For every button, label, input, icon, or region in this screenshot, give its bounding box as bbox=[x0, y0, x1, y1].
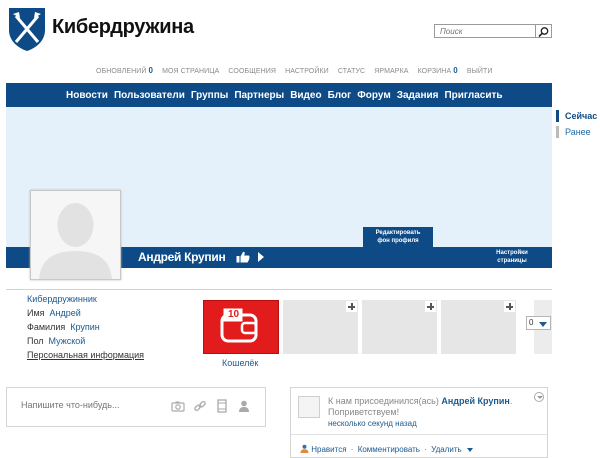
nav-forum[interactable]: Форум bbox=[357, 90, 390, 101]
main-nav: Новости Пользователи Группы Партнеры Вид… bbox=[6, 83, 552, 107]
tab-earlier[interactable]: Ранее bbox=[556, 126, 596, 138]
topnav-logout[interactable]: ВЫЙТИ bbox=[467, 68, 493, 75]
feed-user-link[interactable]: Андрей Крупин bbox=[441, 396, 509, 406]
personal-info-link[interactable]: Персональная информация bbox=[27, 350, 144, 360]
divider bbox=[291, 434, 547, 435]
like-icon[interactable] bbox=[236, 251, 250, 263]
collapse-icon[interactable] bbox=[534, 392, 544, 402]
divider bbox=[6, 289, 552, 290]
feed-timestamp[interactable]: несколько секунд назад bbox=[328, 419, 417, 428]
site-logo-icon[interactable] bbox=[8, 6, 46, 52]
nav-video[interactable]: Видео bbox=[290, 90, 321, 101]
plus-icon[interactable] bbox=[504, 301, 515, 312]
wallet-icon bbox=[220, 308, 258, 343]
nav-blog[interactable]: Блог bbox=[328, 90, 352, 101]
nav-tasks[interactable]: Задания bbox=[397, 90, 439, 101]
site-name[interactable]: Кибердружина bbox=[52, 16, 194, 39]
app-slot-2[interactable] bbox=[362, 300, 437, 354]
user-icon bbox=[300, 444, 309, 453]
dropdown-icon bbox=[539, 322, 547, 327]
search-input[interactable] bbox=[435, 25, 535, 37]
page-settings-button[interactable]: Настройки страницы bbox=[490, 249, 534, 265]
counter-dropdown[interactable]: 0 bbox=[526, 316, 551, 330]
topnav-status[interactable]: СТАТУС bbox=[338, 68, 365, 75]
delete-link[interactable]: Удалить bbox=[431, 445, 462, 454]
nav-users[interactable]: Пользователи bbox=[114, 90, 185, 101]
cart-count: 0 bbox=[453, 66, 458, 75]
feed-avatar[interactable] bbox=[298, 396, 320, 418]
nav-invite[interactable]: Пригласить bbox=[444, 90, 502, 101]
topnav-fair[interactable]: ЯРМАРКА bbox=[374, 68, 408, 75]
topnav-updates[interactable]: ОБНОВЛЕНИЙ 0 bbox=[96, 66, 154, 75]
feed-actions: Нравится · Комментировать · Удалить bbox=[300, 444, 473, 454]
topnav-messages[interactable]: СООБЩЕНИЯ bbox=[228, 68, 276, 75]
post-input[interactable] bbox=[21, 400, 161, 410]
camera-icon[interactable] bbox=[171, 399, 185, 413]
like-link[interactable]: Нравится bbox=[311, 445, 346, 454]
updates-count: 0 bbox=[148, 66, 154, 75]
topnav-my-page[interactable]: МОЯ СТРАНИЦА bbox=[162, 68, 219, 75]
film-icon[interactable] bbox=[215, 399, 229, 413]
nav-partners[interactable]: Партнеры bbox=[234, 90, 284, 101]
search-button[interactable] bbox=[535, 25, 551, 38]
topnav-cart[interactable]: КОРЗИНА 0 bbox=[418, 66, 458, 75]
feed-item: К нам присоединился(ась) Андрей Крупин. … bbox=[290, 387, 548, 458]
link-icon[interactable] bbox=[193, 399, 207, 413]
app-slot-3[interactable] bbox=[441, 300, 516, 354]
tab-now[interactable]: Сейчас bbox=[556, 110, 597, 122]
info-last-name: Фамилия Крупин bbox=[27, 322, 100, 332]
arrow-right-icon[interactable] bbox=[258, 252, 264, 262]
user-rank[interactable]: Кибердружинник bbox=[27, 294, 97, 304]
plus-icon[interactable] bbox=[425, 301, 436, 312]
plus-icon[interactable] bbox=[346, 301, 357, 312]
search-icon bbox=[538, 27, 549, 38]
topnav-settings[interactable]: НАСТРОЙКИ bbox=[285, 68, 329, 75]
avatar[interactable] bbox=[30, 190, 121, 280]
person-icon[interactable] bbox=[237, 399, 251, 413]
info-first-name: Имя Андрей bbox=[27, 308, 81, 318]
app-slot-1[interactable] bbox=[283, 300, 358, 354]
wallet-label[interactable]: Кошелёк bbox=[222, 358, 258, 368]
edit-cover-button[interactable]: Редактировать фон профиля bbox=[363, 227, 433, 247]
wallet-tile[interactable]: 10 bbox=[203, 300, 279, 354]
search-box bbox=[434, 24, 552, 38]
counter-value: 0 bbox=[529, 318, 534, 327]
comment-link[interactable]: Комментировать bbox=[358, 445, 420, 454]
chevron-down-icon[interactable] bbox=[466, 447, 473, 452]
profile-name: Андрей Крупин bbox=[138, 250, 226, 264]
post-composer bbox=[6, 387, 266, 427]
info-gender: Пол Мужской bbox=[27, 336, 86, 346]
nav-news[interactable]: Новости bbox=[66, 90, 108, 101]
top-nav: ОБНОВЛЕНИЙ 0 МОЯ СТРАНИЦА СООБЩЕНИЯ НАСТР… bbox=[96, 66, 500, 75]
nav-groups[interactable]: Группы bbox=[191, 90, 228, 101]
feed-text: К нам присоединился(ась) Андрей Крупин. … bbox=[328, 396, 513, 417]
person-silhouette-icon bbox=[31, 191, 120, 279]
wallet-badge: 10 bbox=[228, 309, 240, 320]
